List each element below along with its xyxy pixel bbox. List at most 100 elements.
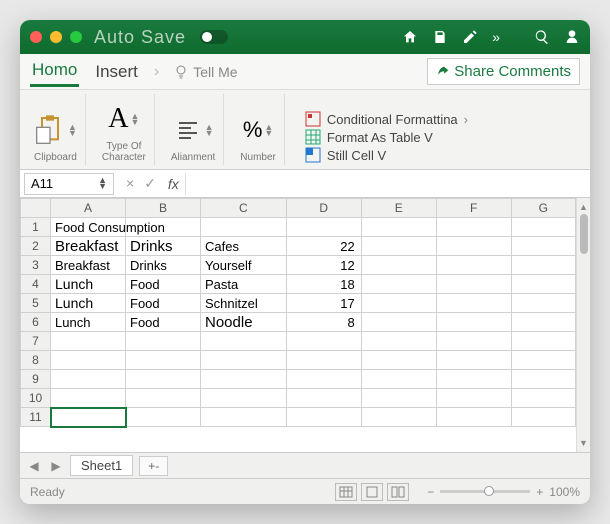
close-window-button[interactable] — [30, 31, 42, 43]
cell[interactable] — [361, 313, 436, 332]
cell[interactable]: Food — [126, 294, 201, 313]
row-header[interactable]: 9 — [21, 370, 51, 389]
cell[interactable]: Lunch — [51, 294, 126, 313]
cell[interactable] — [436, 389, 511, 408]
cell[interactable] — [286, 332, 361, 351]
zoom-slider-thumb[interactable] — [484, 486, 494, 496]
autosave-toggle[interactable] — [200, 30, 228, 44]
cell[interactable] — [51, 332, 126, 351]
ribbon-clipboard[interactable]: ▲▼ Clipboard — [26, 94, 86, 165]
cell[interactable] — [511, 408, 575, 427]
col-header-B[interactable]: B — [126, 199, 201, 218]
cell[interactable] — [361, 332, 436, 351]
tell-me[interactable]: Tell Me — [173, 64, 237, 80]
cell[interactable]: Food — [126, 275, 201, 294]
cell[interactable] — [436, 408, 511, 427]
name-box[interactable]: A11 ▲▼ — [24, 173, 114, 195]
select-all-corner[interactable] — [21, 199, 51, 218]
scroll-up-icon[interactable]: ▲ — [579, 202, 588, 212]
cell[interactable] — [286, 351, 361, 370]
cell[interactable] — [126, 389, 201, 408]
conditional-formatting[interactable]: Conditional Formattina › — [305, 111, 576, 127]
vertical-scrollbar[interactable]: ▲ ▼ — [576, 198, 590, 452]
more-icon[interactable]: » — [492, 29, 500, 45]
cell[interactable] — [126, 351, 201, 370]
cell[interactable] — [201, 370, 287, 389]
cell[interactable] — [511, 332, 575, 351]
share-button[interactable]: Share Comments — [427, 58, 580, 85]
row-header[interactable]: 4 — [21, 275, 51, 294]
view-page-break-icon[interactable] — [387, 483, 409, 501]
search-icon[interactable] — [534, 29, 550, 45]
ribbon-align[interactable]: ▲▼ Alianment — [163, 94, 224, 165]
cell[interactable] — [511, 313, 575, 332]
zoom-slider[interactable] — [440, 490, 530, 493]
row-header[interactable]: 5 — [21, 294, 51, 313]
user-icon[interactable] — [564, 29, 580, 45]
cell[interactable] — [201, 218, 287, 237]
cell[interactable]: Pasta — [201, 275, 287, 294]
cell[interactable] — [511, 389, 575, 408]
cell[interactable] — [361, 370, 436, 389]
col-header-F[interactable]: F — [436, 199, 511, 218]
col-header-A[interactable]: A — [51, 199, 126, 218]
formula-input[interactable] — [185, 173, 590, 195]
row-header[interactable]: 8 — [21, 351, 51, 370]
ribbon-number[interactable]: %▲▼ Number — [232, 94, 285, 165]
row-header[interactable]: 3 — [21, 256, 51, 275]
cell[interactable]: Noodle — [201, 313, 287, 332]
tab-home[interactable]: Homo — [30, 56, 79, 87]
zoom-in-button[interactable]: + — [536, 485, 543, 499]
cell[interactable]: 12 — [286, 256, 361, 275]
cell-selected[interactable] — [51, 408, 126, 427]
row-header[interactable]: 10 — [21, 389, 51, 408]
cell[interactable]: 22 — [286, 237, 361, 256]
cell[interactable] — [361, 218, 436, 237]
sheet-tab[interactable]: Sheet1 — [70, 455, 133, 476]
add-sheet-button[interactable]: +- — [139, 456, 168, 476]
row-header[interactable]: 7 — [21, 332, 51, 351]
sheet-nav-next[interactable]: ▶ — [48, 459, 64, 473]
cell[interactable] — [511, 351, 575, 370]
cell[interactable]: Drinks — [126, 256, 201, 275]
cell[interactable]: Cafes — [201, 237, 287, 256]
cell[interactable] — [511, 256, 575, 275]
cell[interactable] — [361, 256, 436, 275]
col-header-C[interactable]: C — [201, 199, 287, 218]
cell[interactable] — [51, 351, 126, 370]
cell[interactable]: Food — [126, 313, 201, 332]
ribbon-font[interactable]: A▲▼ Type Of Character — [94, 94, 155, 165]
spreadsheet-grid[interactable]: A B C D E F G 1Food Consumption 2Breakfa… — [20, 198, 576, 452]
maximize-window-button[interactable] — [70, 31, 82, 43]
cell[interactable]: Food Consumption — [51, 218, 126, 237]
cell[interactable] — [436, 275, 511, 294]
col-header-D[interactable]: D — [286, 199, 361, 218]
cell[interactable] — [126, 370, 201, 389]
cell[interactable] — [286, 389, 361, 408]
scroll-thumb[interactable] — [580, 214, 588, 254]
cell[interactable] — [436, 351, 511, 370]
cell[interactable]: Breakfast — [51, 237, 126, 256]
cell[interactable] — [201, 389, 287, 408]
cell[interactable] — [436, 370, 511, 389]
cell-styles[interactable]: Still Cell V — [305, 147, 576, 163]
cell[interactable] — [286, 218, 361, 237]
col-header-E[interactable]: E — [361, 199, 436, 218]
save-icon[interactable] — [432, 29, 448, 45]
cell[interactable] — [126, 408, 201, 427]
tab-insert[interactable]: Insert — [93, 58, 140, 86]
col-header-G[interactable]: G — [511, 199, 575, 218]
row-header[interactable]: 1 — [21, 218, 51, 237]
cell[interactable]: 8 — [286, 313, 361, 332]
cell[interactable] — [361, 389, 436, 408]
cell[interactable] — [201, 332, 287, 351]
cancel-formula-icon[interactable]: × — [126, 175, 134, 192]
cell[interactable] — [511, 275, 575, 294]
cell[interactable]: Schnitzel — [201, 294, 287, 313]
cell[interactable] — [436, 237, 511, 256]
cell[interactable] — [286, 370, 361, 389]
name-box-dropdown-icon[interactable]: ▲▼ — [98, 178, 107, 189]
cell[interactable] — [511, 218, 575, 237]
cell[interactable]: Breakfast — [51, 256, 126, 275]
cell[interactable] — [51, 370, 126, 389]
